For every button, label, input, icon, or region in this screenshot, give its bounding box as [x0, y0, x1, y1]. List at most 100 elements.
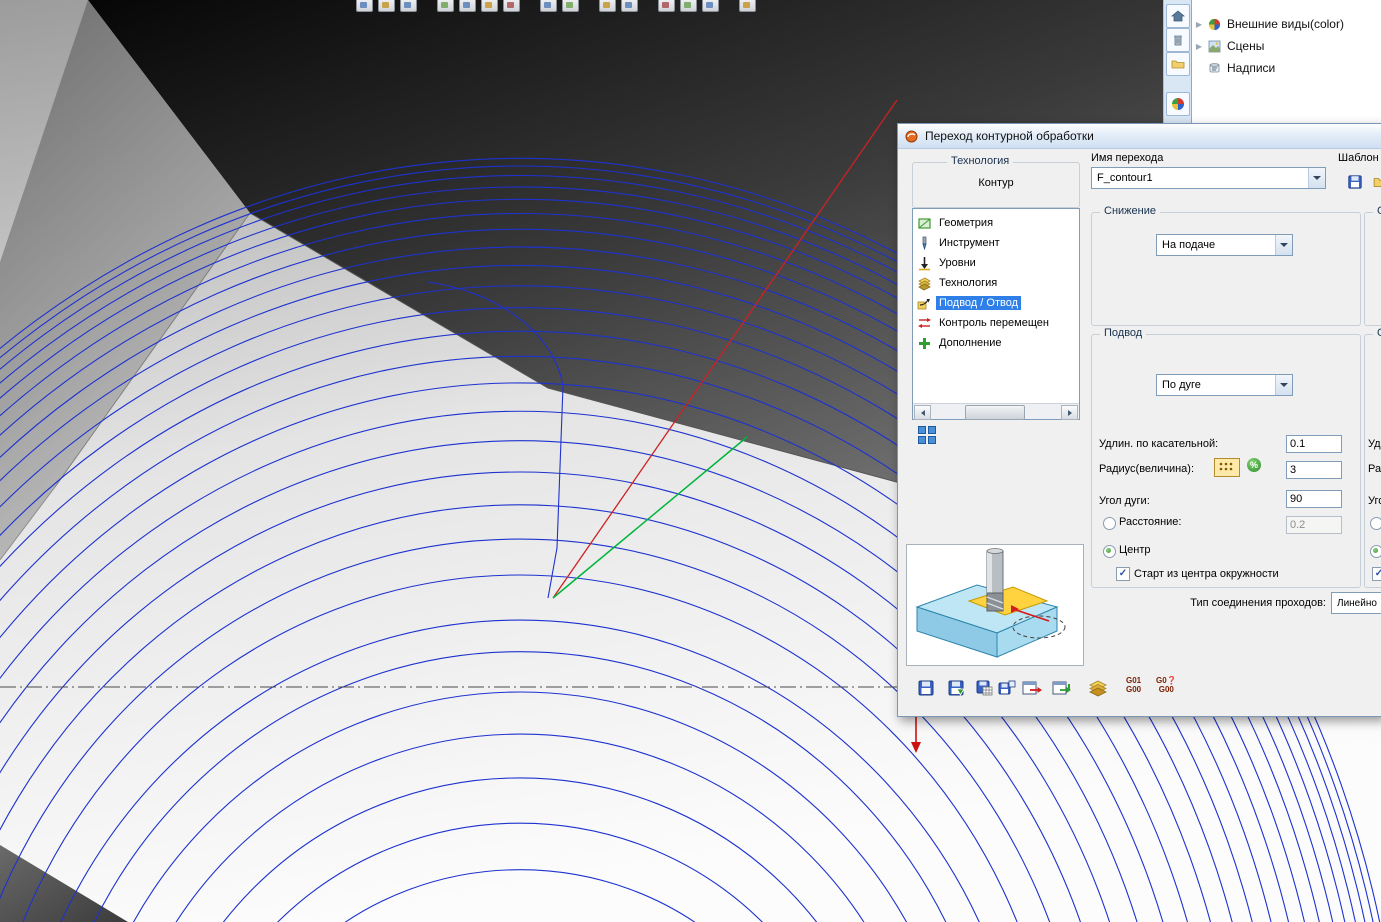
toolbar-separator — [422, 0, 432, 12]
calculator-icon — [1219, 462, 1233, 471]
addition-icon — [919, 337, 930, 349]
view-toolbar-icon[interactable] — [481, 0, 498, 12]
annotations-icon — [1206, 60, 1222, 76]
view-toolbar-icon[interactable] — [739, 0, 756, 12]
dialog-titlebar[interactable]: Переход контурной обработки — [898, 124, 1381, 149]
scroll-left-arrow[interactable] — [914, 405, 931, 420]
scrollbar-thumb[interactable] — [965, 405, 1025, 420]
operation-tree-list[interactable]: Геометрия Инструмент Уровни Технология П… — [912, 208, 1080, 420]
descent-mode-value: На подаче — [1162, 239, 1216, 251]
tree-row-technology[interactable]: Технология — [915, 273, 1000, 293]
template-save-button[interactable] — [1345, 172, 1365, 192]
folder-icon — [1171, 60, 1185, 69]
delete-button[interactable] — [1166, 28, 1190, 52]
technology-groupbox: Технология Контур — [912, 155, 1080, 208]
descent-groupbox-caption: Снижение — [1100, 205, 1160, 217]
expand-arrow-icon[interactable]: ▶ — [1192, 20, 1206, 29]
tool-icon — [922, 236, 927, 250]
tree-item-appearances[interactable]: ▶ Внешние виды(color) — [1192, 14, 1381, 34]
approach-mode-value: По дуге — [1162, 379, 1201, 391]
appearance-sphere-button[interactable] — [1166, 92, 1190, 116]
floppy-icon — [1348, 175, 1362, 189]
clipped-distance-radio[interactable] — [1370, 517, 1381, 530]
tree-row-tool[interactable]: Инструмент — [915, 233, 1003, 253]
clipped-checkbox[interactable]: ✓ — [1372, 567, 1381, 581]
tree-row-approach-retract[interactable]: Подвод / Отвод — [915, 293, 1021, 313]
tree-row-movement-control[interactable]: Контроль перемещен — [915, 313, 1052, 333]
descent-mode-combobox[interactable]: На подаче — [1156, 234, 1293, 256]
floppy-arrow-icon — [948, 680, 965, 696]
view-toolbar-icon[interactable] — [459, 0, 476, 12]
start-center-checkbox[interactable]: ✓ — [1116, 567, 1130, 581]
scroll-right-arrow[interactable] — [1061, 405, 1078, 420]
tangent-extension-input[interactable] — [1286, 435, 1342, 453]
color-sphere-icon — [1172, 98, 1184, 110]
radius-input[interactable] — [1286, 461, 1342, 479]
expand-arrow-icon[interactable]: ▶ — [1192, 42, 1206, 51]
tree-item-annotations[interactable]: Надписи — [1192, 58, 1381, 78]
start-center-label: Старт из центра окружности — [1134, 568, 1279, 580]
center-label: Центр — [1119, 544, 1151, 556]
view-toolbar-icon[interactable] — [437, 0, 454, 12]
layers-stack-button[interactable] — [1086, 676, 1110, 700]
view-toolbar-icon[interactable] — [680, 0, 697, 12]
approach-retract-icon — [917, 298, 930, 309]
open-folder-button[interactable] — [1166, 52, 1190, 76]
floppy-small-icon — [998, 680, 1016, 695]
gcode-help-button[interactable]: G0❓ G00 — [1156, 676, 1177, 694]
tree-row-addition[interactable]: Дополнение — [915, 333, 1004, 353]
gcode-button[interactable]: G01 G00 — [1126, 676, 1141, 694]
distance-label: Расстояние: — [1119, 516, 1182, 528]
tree-row-levels[interactable]: Уровни — [915, 253, 979, 273]
approach-mode-combobox[interactable]: По дуге — [1156, 374, 1293, 396]
view-toolbar-icon[interactable] — [599, 0, 616, 12]
template-label: Шаблон — [1338, 152, 1379, 164]
calculator-button[interactable] — [1214, 458, 1240, 477]
toolbar-separator — [584, 0, 594, 12]
dropdown-arrow-icon[interactable] — [1275, 235, 1292, 255]
transition-name-combobox[interactable]: F_contour1 — [1091, 167, 1326, 189]
gcode-line: G00 — [1126, 685, 1142, 694]
transition-name-value: F_contour1 — [1097, 172, 1153, 184]
scenes-icon — [1206, 38, 1222, 54]
clipped-label: Ра — [1368, 463, 1381, 475]
layers-stack-icon — [1089, 680, 1107, 697]
clipped-label: Уго — [1368, 495, 1381, 507]
pass-connection-value: Линейно — [1337, 597, 1377, 609]
view-toolbar-icon[interactable] — [378, 0, 395, 12]
distance-radio[interactable] — [1103, 517, 1116, 530]
tree-row-geometry[interactable]: Геометрия — [915, 213, 996, 233]
dropdown-arrow-icon[interactable] — [1275, 375, 1292, 395]
export-operation-button[interactable] — [1020, 676, 1044, 700]
view-toolbar-icon[interactable] — [503, 0, 520, 12]
home-button[interactable] — [1166, 4, 1190, 28]
save-table-button[interactable] — [972, 676, 996, 700]
percent-helper-icon[interactable]: % — [1247, 458, 1261, 472]
toolbar-separator — [525, 0, 535, 12]
tree-item-label: Надписи — [1227, 61, 1276, 75]
feature-tree-panel: ▶ Внешние виды(color) ▶ Сцены Надписи — [1191, 0, 1381, 123]
dropdown-arrow-icon[interactable] — [1308, 168, 1325, 188]
clipped-center-radio[interactable] — [1370, 545, 1381, 558]
save-all-button[interactable] — [995, 676, 1019, 700]
arc-angle-input[interactable] — [1286, 490, 1342, 508]
view-toolbar-icon[interactable] — [562, 0, 579, 12]
template-open-button[interactable] — [1371, 172, 1381, 192]
tree-horizontal-scrollbar[interactable] — [913, 403, 1079, 420]
tree-item-scenes[interactable]: ▶ Сцены — [1192, 36, 1381, 56]
distance-input[interactable] — [1286, 516, 1342, 534]
add-operation-button[interactable] — [1050, 676, 1074, 700]
save-button[interactable] — [914, 676, 938, 700]
save-as-button[interactable] — [944, 676, 968, 700]
home-icon — [1171, 10, 1185, 22]
view-toolbar-icon[interactable] — [540, 0, 557, 12]
view-toolbar-icon[interactable] — [400, 0, 417, 12]
pattern-cells-icon[interactable] — [918, 426, 938, 446]
view-toolbar-icon[interactable] — [356, 0, 373, 12]
view-toolbar-icon[interactable] — [702, 0, 719, 12]
pass-connection-combobox[interactable]: Линейно — [1331, 592, 1381, 614]
view-toolbar-icon[interactable] — [658, 0, 675, 12]
transition-name-label: Имя перехода — [1091, 152, 1164, 164]
view-toolbar-icon[interactable] — [621, 0, 638, 12]
center-radio[interactable] — [1103, 545, 1116, 558]
